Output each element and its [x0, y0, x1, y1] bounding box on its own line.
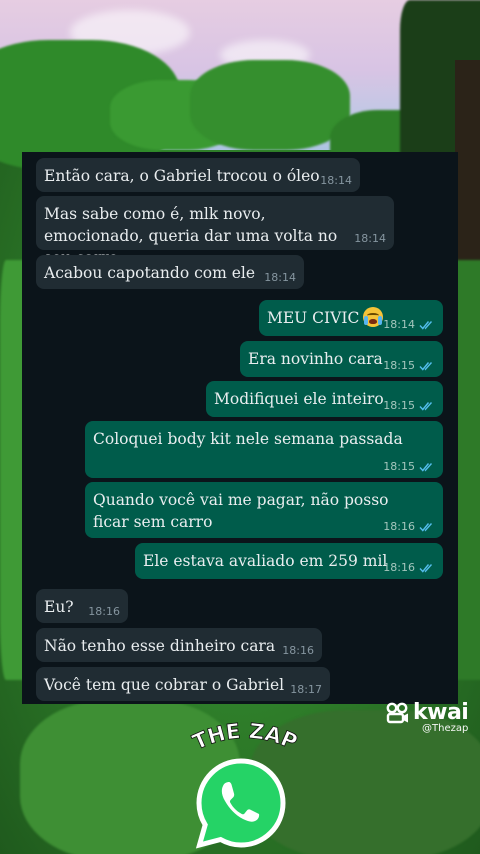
message-text: Era novinho cara [248, 350, 383, 368]
message-time: 18:15 [383, 399, 415, 412]
read-receipt-icon [419, 462, 433, 472]
kwai-logo-icon [386, 702, 408, 723]
read-receipt-icon [419, 401, 433, 411]
message-time: 18:16 [282, 644, 314, 657]
message-bubble-outgoing[interactable]: MEU CIVIC 18:14 [259, 300, 443, 336]
read-receipt-icon [419, 320, 433, 330]
message-time: 18:15 [383, 359, 415, 372]
message-time: 18:14 [383, 318, 415, 331]
message-text: MEU CIVIC [267, 309, 360, 327]
message-text: Eu? [44, 598, 74, 616]
message-bubble-incoming[interactable]: Você tem que cobrar o Gabriel 18:17 [36, 667, 330, 701]
svg-text:THE ZAP: THE ZAP [189, 722, 301, 755]
message-bubble-incoming[interactable]: Mas sabe como é, mlk novo, emocionado, q… [36, 196, 394, 267]
read-receipt-icon [419, 522, 433, 532]
message-time: 18:16 [88, 605, 120, 618]
message-text: Quando você vai me pagar, não posso fica… [93, 491, 389, 531]
read-receipt-icon [419, 563, 433, 573]
message-time: 18:16 [383, 520, 415, 533]
message-bubble-incoming[interactable]: Então cara, o Gabriel trocou o óleo 18:1… [36, 158, 360, 192]
kwai-watermark: kwai @Thezap [386, 700, 469, 734]
the-zap-title: THE ZAP [189, 722, 301, 755]
message-time: 18:17 [290, 683, 322, 696]
kwai-brand-name: kwai [413, 700, 469, 725]
message-text: Coloquei body kit nele semana passada [93, 430, 403, 448]
message-text: Modifiquei ele inteiro [214, 390, 384, 408]
message-bubble-outgoing[interactable]: Ele estava avaliado em 259 mil 18:16 [135, 543, 443, 579]
message-text: Então cara, o Gabriel trocou o óleo [44, 167, 320, 185]
message-bubble-incoming[interactable]: Eu? 18:16 [36, 589, 128, 623]
kwai-handle: @Thezap [422, 723, 469, 734]
loudly-crying-face-emoji [363, 307, 384, 327]
message-text: Não tenho esse dinheiro cara [44, 637, 276, 655]
message-time: 18:14 [264, 271, 296, 284]
chat-conversation[interactable]: Então cara, o Gabriel trocou o óleo 18:1… [22, 152, 458, 704]
message-text: Ele estava avaliado em 259 mil [143, 552, 388, 570]
message-bubble-outgoing[interactable]: Era novinho cara 18:15 [240, 341, 443, 377]
whatsapp-icon [195, 758, 286, 849]
message-text: Você tem que cobrar o Gabriel [44, 676, 285, 694]
read-receipt-icon [419, 361, 433, 371]
message-time: 18:16 [383, 561, 415, 574]
message-bubble-outgoing[interactable]: Coloquei body kit nele semana passada 18… [85, 421, 443, 478]
message-bubble-incoming[interactable]: Acabou capotando com ele 18:14 [36, 255, 304, 289]
message-text: Acabou capotando com ele [44, 264, 256, 282]
message-bubble-incoming[interactable]: Não tenho esse dinheiro cara 18:16 [36, 628, 322, 662]
message-time: 18:14 [354, 232, 386, 245]
message-bubble-outgoing[interactable]: Modifiquei ele inteiro 18:15 [206, 381, 443, 417]
message-time: 18:14 [320, 174, 352, 187]
message-bubble-outgoing[interactable]: Quando você vai me pagar, não posso fica… [85, 482, 443, 538]
message-time: 18:15 [383, 460, 415, 473]
